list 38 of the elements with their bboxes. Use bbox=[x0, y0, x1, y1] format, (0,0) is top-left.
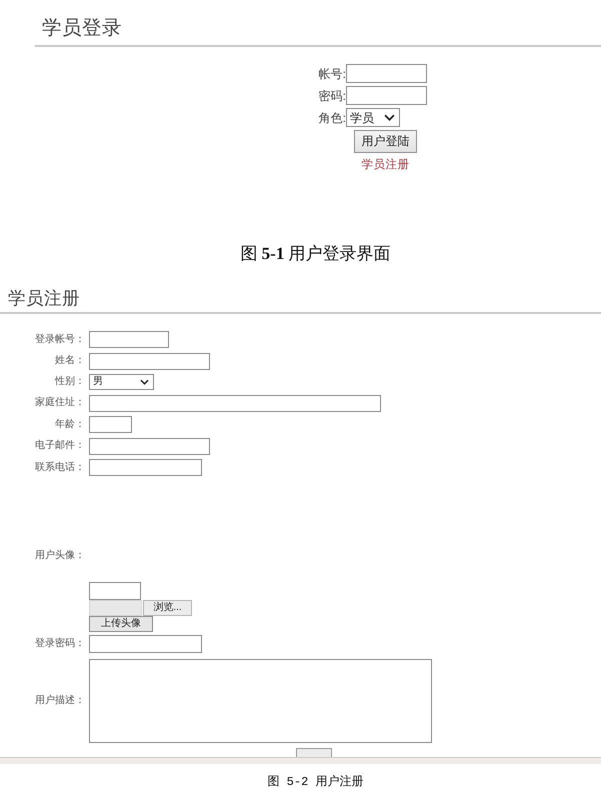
role-select[interactable]: 学员 bbox=[346, 108, 400, 127]
gender-select[interactable]: 男 bbox=[89, 374, 154, 390]
upload-button[interactable]: 上传头像 bbox=[89, 616, 153, 632]
field-label: 用户描述： bbox=[35, 694, 85, 706]
input-field[interactable] bbox=[89, 582, 141, 600]
field-label: 登录密码： bbox=[35, 638, 85, 650]
file-name-field[interactable] bbox=[89, 600, 142, 616]
input-field[interactable] bbox=[346, 64, 427, 83]
field-label: 登录帐号： bbox=[35, 334, 85, 346]
field-label: 性别： bbox=[55, 376, 85, 388]
field-label: 用户头像： bbox=[35, 550, 85, 562]
page-title: 学员注册 bbox=[8, 288, 80, 308]
text-area[interactable] bbox=[89, 658, 432, 742]
submit-button[interactable] bbox=[296, 748, 332, 756]
figure-caption: 图 5-2 用户注册 bbox=[267, 774, 364, 788]
input-field[interactable] bbox=[346, 86, 427, 105]
field-label: 姓名： bbox=[55, 355, 85, 367]
register-link[interactable]: 学员注册 bbox=[362, 159, 410, 172]
field-label: 帐号: bbox=[318, 66, 346, 80]
input-field[interactable] bbox=[89, 352, 210, 370]
input-field[interactable] bbox=[89, 634, 202, 652]
page-title: 学员登录 bbox=[42, 17, 122, 39]
chevron-down-icon bbox=[140, 379, 149, 385]
field-label: 密码: bbox=[318, 88, 346, 102]
input-field[interactable] bbox=[89, 438, 210, 454]
input-field[interactable] bbox=[89, 394, 381, 412]
field-label: 年龄： bbox=[55, 418, 85, 430]
field-label: 联系电话： bbox=[35, 462, 85, 474]
field-label: 家庭住址： bbox=[35, 397, 85, 409]
field-label: 电子邮件： bbox=[35, 440, 85, 452]
input-field[interactable] bbox=[89, 331, 169, 348]
input-field[interactable] bbox=[89, 459, 202, 476]
browse-button[interactable]: 浏览... bbox=[143, 600, 192, 616]
login-button[interactable]: 用户登陆 bbox=[354, 130, 417, 153]
input-field[interactable] bbox=[89, 416, 132, 433]
chevron-down-icon bbox=[384, 114, 395, 121]
figure-caption: 图 5-1 用户登录界面 bbox=[240, 244, 391, 264]
field-label: 角色: bbox=[318, 110, 346, 124]
